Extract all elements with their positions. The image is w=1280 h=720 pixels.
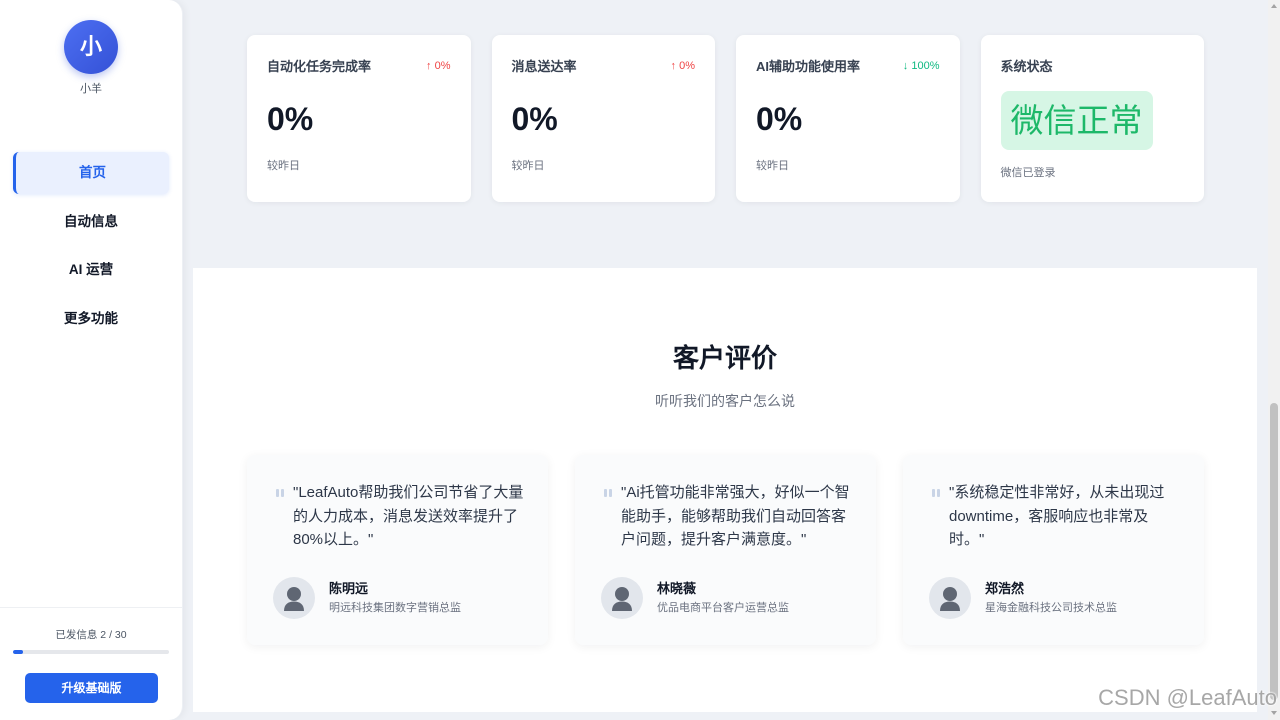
testimonial-card: "LeafAuto帮助我们公司节省了大量的人力成本，消息发送效率提升了80%以上… [247, 455, 548, 645]
reviewer-avatar [601, 577, 643, 619]
wechat-status-badge: 微信正常 [1000, 91, 1153, 150]
testimonial-quote: "Ai托管功能非常强大，好似一个智能助手，能够帮助我们自动回答客户问题，提升客户… [621, 484, 850, 548]
quote-icon [604, 489, 614, 498]
nav-item-auto-messages[interactable]: 自动信息 [13, 201, 169, 243]
reviewer-name: 林晓薇 [657, 581, 697, 596]
stat-title: 系统状态 [1000, 59, 1053, 74]
stat-value: 0% [511, 101, 558, 137]
stat-card-delivery-rate: 消息送达率 ↑ 0% 0% 较昨日 [491, 35, 715, 202]
stat-change: ↑ 0% [670, 60, 695, 72]
watermark: CSDN @LeafAuto [1098, 685, 1277, 710]
reviewer-avatar [929, 577, 971, 619]
reviewer-title: 星海金融科技公司技术总监 [985, 602, 1117, 614]
section-subheading: 听听我们的客户怎么说 [655, 393, 795, 409]
page-scrollbar[interactable] [1268, 0, 1280, 720]
reviewer-name: 陈明远 [329, 581, 369, 596]
reviewer-title: 优品电商平台客户运营总监 [657, 602, 789, 614]
usage-progress-fill [13, 650, 24, 654]
sidebar: 小 小羊 首页 自动信息 AI 运营 更多功能 已发信息 2 / 30 升级基础… [0, 0, 183, 720]
testimonial-quote: "LeafAuto帮助我们公司节省了大量的人力成本，消息发送效率提升了80%以上… [293, 484, 524, 548]
stat-caption: 较昨日 [511, 160, 545, 172]
scrollbar-thumb[interactable] [1270, 403, 1278, 700]
testimonials-section: 客户评价 听听我们的客户怎么说 "LeafAuto帮助我们公司节省了大量的人力成… [193, 268, 1257, 712]
stat-card-ai-usage: AI辅助功能使用率 ↓ 100% 0% 较昨日 [736, 35, 960, 202]
stat-title: 自动化任务完成率 [267, 59, 372, 74]
nav-item-ai-operations[interactable]: AI 运营 [13, 249, 169, 291]
stat-caption: 微信已登录 [1000, 167, 1056, 179]
usage-progress-bar [13, 650, 169, 654]
reviewer-avatar [273, 577, 315, 619]
stat-caption: 较昨日 [267, 160, 300, 172]
stat-value: 0% [756, 101, 803, 137]
nav-item-more-features[interactable]: 更多功能 [13, 298, 169, 340]
stat-title: 消息送达率 [511, 59, 577, 74]
scroll-up-arrow-icon[interactable] [1271, 4, 1277, 8]
testimonial-card: "系统稳定性非常好，从未出现过downtime，客服响应也非常及时。" 郑浩然 … [903, 455, 1204, 645]
stat-change: ↑ 0% [426, 60, 451, 72]
scroll-down-arrow-icon[interactable] [1271, 711, 1277, 715]
username: 小羊 [80, 83, 102, 95]
reviewer-title: 明远科技集团数字营销总监 [329, 602, 461, 614]
quote-icon [932, 489, 942, 498]
stat-card-task-completion: 自动化任务完成率 ↑ 0% 0% 较昨日 [247, 35, 471, 202]
quote-icon [276, 489, 286, 498]
testimonial-list: "LeafAuto帮助我们公司节省了大量的人力成本，消息发送效率提升了80%以上… [247, 455, 1204, 645]
testimonial-quote: "系统稳定性非常好，从未出现过downtime，客服响应也非常及时。" [949, 484, 1165, 548]
stat-title: AI辅助功能使用率 [756, 59, 861, 74]
reviewer-name: 郑浩然 [985, 581, 1025, 596]
user-icon [940, 587, 960, 611]
testimonial-card: "Ai托管功能非常强大，好似一个智能助手，能够帮助我们自动回答客户问题，提升客户… [575, 455, 876, 645]
user-avatar[interactable]: 小 [64, 20, 118, 74]
stat-caption: 较昨日 [756, 160, 789, 172]
stat-change: ↓ 100% [902, 60, 940, 72]
stat-card-system-status: 系统状态 微信正常 微信已登录 [980, 35, 1204, 202]
sidebar-nav: 首页 自动信息 AI 运营 更多功能 [13, 152, 169, 346]
stats-row: 自动化任务完成率 ↑ 0% 0% 较昨日 消息送达率 ↑ 0% 0% 较昨日 A… [247, 35, 1204, 202]
sidebar-divider [0, 607, 182, 608]
upgrade-basic-plan-button[interactable]: 升级基础版 [25, 673, 158, 703]
nav-item-home[interactable]: 首页 [13, 152, 169, 194]
user-icon [284, 587, 304, 611]
user-icon [612, 587, 632, 611]
section-heading: 客户评价 [672, 343, 777, 373]
stat-value: 0% [267, 101, 314, 137]
messages-sent-count: 已发信息 2 / 30 [55, 629, 127, 641]
